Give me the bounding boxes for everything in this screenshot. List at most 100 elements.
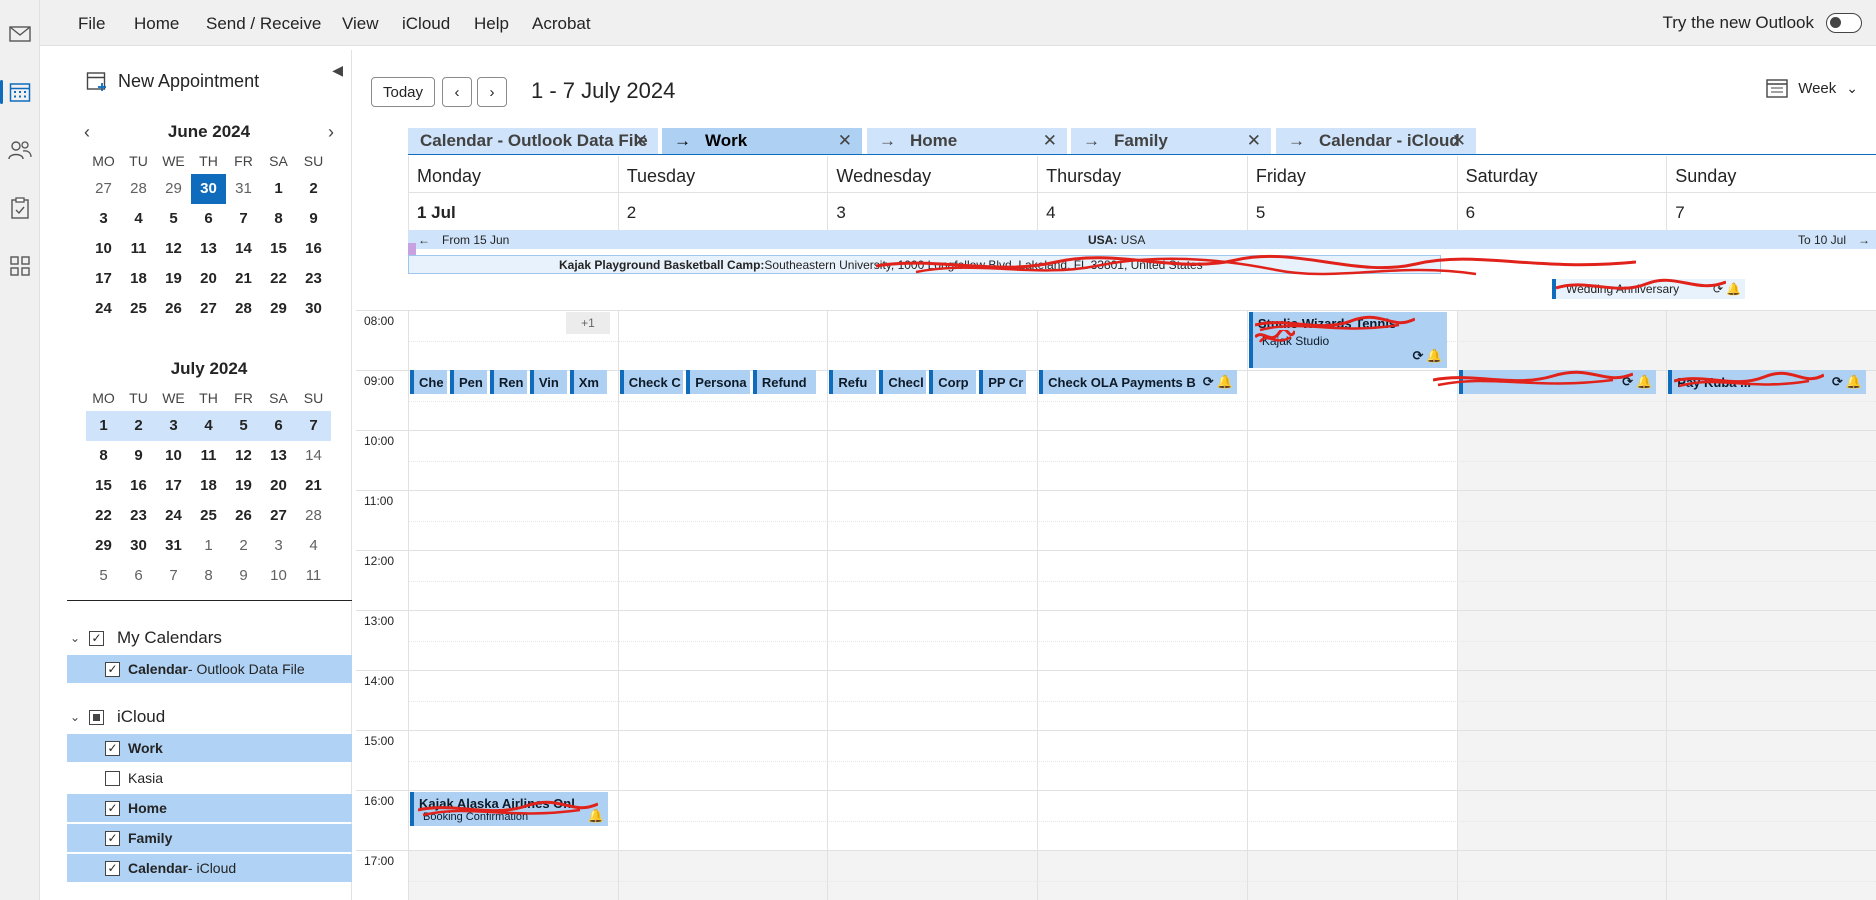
mini-calendar-day[interactable]: 23 (296, 264, 331, 294)
mini-calendar-day[interactable]: 27 (261, 501, 296, 531)
mini-calendar-day[interactable]: 6 (121, 561, 156, 591)
calendar-checkbox[interactable]: ✓ (105, 661, 120, 677)
day-header[interactable]: Wednesday 3 (827, 156, 1038, 230)
mini-calendar-day[interactable]: 31 (226, 174, 261, 204)
arrow-right-icon[interactable]: → (1083, 131, 1100, 151)
mini-calendar-day[interactable]: 14 (296, 441, 331, 471)
people-icon[interactable] (4, 134, 36, 166)
event-friday-8[interactable]: Studio Wizards Tennis ⟳ 🔔 Kajak Studio (1248, 312, 1447, 368)
next-week-button[interactable]: › (477, 77, 507, 107)
event-wednesday-9[interactable]: Refu (829, 370, 877, 394)
mini-calendar-day[interactable]: 1 (261, 174, 296, 204)
mini-calendar-day[interactable]: 28 (296, 501, 331, 531)
event-wednesday-9[interactable]: Checl (879, 370, 927, 394)
tab-family[interactable]: → Family ✕ (1071, 128, 1271, 154)
tab-calendar-outlook[interactable]: Calendar - Outlook Data File ✕ (408, 128, 658, 154)
mini-calendar-day[interactable]: 29 (261, 294, 296, 324)
day-header[interactable]: Monday 1 Jul (408, 156, 618, 230)
close-icon[interactable]: ✕ (1043, 131, 1057, 151)
today-button[interactable]: Today (371, 77, 435, 107)
mini-calendar-day[interactable]: 1 (191, 531, 226, 561)
mini-calendar-day[interactable]: 30 (296, 294, 331, 324)
more-events-button[interactable]: +1 (566, 312, 610, 334)
event-monday-9[interactable]: Vin (529, 370, 567, 394)
day-header[interactable]: Thursday 4 (1037, 156, 1247, 230)
chevron-down-icon[interactable]: ⌄ (70, 631, 84, 645)
mini-next-month-icon[interactable]: › (328, 122, 334, 143)
mini-calendar-day[interactable]: 11 (121, 234, 156, 264)
mini-calendar-day[interactable]: 24 (86, 294, 121, 324)
hour-row[interactable]: 15:00 (356, 730, 1876, 790)
event-monday-9[interactable]: Xm (569, 370, 607, 394)
mini-calendar-day[interactable]: 3 (156, 411, 191, 441)
calendar-checkbox[interactable]: ✓ (105, 800, 120, 816)
group-checkbox[interactable]: ✓ (89, 630, 104, 646)
event-saturday-9[interactable]: Sat placeholder ⟳🔔 (1458, 370, 1657, 394)
mini-calendar-day[interactable]: 3 (86, 204, 121, 234)
mini-calendar-day[interactable]: 19 (226, 471, 261, 501)
try-new-toggle[interactable] (1826, 13, 1862, 33)
mini-calendar-day[interactable]: 25 (121, 294, 156, 324)
hour-row[interactable]: 10:00 (356, 430, 1876, 490)
mini-calendar-day[interactable]: 18 (121, 264, 156, 294)
calendar-item[interactable]: ✓ Calendar - Outlook Data File (67, 655, 352, 683)
menu-file[interactable]: File (78, 14, 105, 34)
mini-calendar-day[interactable]: 20 (261, 471, 296, 501)
calendar-item[interactable]: ✓ Calendar - iCloud (67, 854, 352, 882)
mini-calendar-day[interactable]: 30 (191, 174, 226, 204)
mini-calendar-day[interactable]: 1 (86, 411, 121, 441)
mini-calendar-day[interactable]: 15 (86, 471, 121, 501)
menu-view[interactable]: View (342, 14, 379, 34)
calendar-checkbox[interactable]: ✓ (105, 830, 120, 846)
mini-calendar-day[interactable]: 5 (86, 561, 121, 591)
calendar-item[interactable]: ✓ Work (67, 734, 352, 762)
event-tuesday-9[interactable]: Check C (619, 370, 684, 394)
mini-calendar-day[interactable]: 26 (156, 294, 191, 324)
menu-home[interactable]: Home (134, 14, 179, 34)
mini-calendar-day[interactable]: 7 (296, 411, 331, 441)
hour-row[interactable]: 17:00 (356, 850, 1876, 900)
mini-calendar-day[interactable]: 31 (156, 531, 191, 561)
mini-calendar-day[interactable]: 9 (226, 561, 261, 591)
friday-allday-event[interactable]: Wedding Anniversary ⟳ 🔔 (1552, 279, 1745, 299)
mini-calendar-day[interactable]: 8 (191, 561, 226, 591)
mini-calendar-day[interactable]: 4 (121, 204, 156, 234)
apps-icon[interactable] (4, 250, 36, 282)
mini-calendar-day[interactable]: 6 (191, 204, 226, 234)
try-new-outlook[interactable]: Try the new Outlook (1663, 13, 1862, 33)
mini-calendar-day[interactable]: 24 (156, 501, 191, 531)
mini-calendar-day[interactable]: 23 (121, 501, 156, 531)
day-header[interactable]: Friday 5 (1246, 156, 1457, 230)
mini-calendar-day[interactable]: 9 (296, 204, 331, 234)
mini-calendar-day[interactable]: 29 (86, 531, 121, 561)
mini-calendar-day[interactable]: 20 (191, 264, 226, 294)
mini-calendar-day[interactable]: 21 (296, 471, 331, 501)
close-icon[interactable]: ✕ (1452, 131, 1466, 151)
collapse-pane-icon[interactable]: ◀ (332, 62, 343, 79)
event-sunday-9[interactable]: Pay Kuba ... ⟳ 🔔 (1668, 370, 1866, 394)
new-appointment-button[interactable]: New Appointment (86, 70, 259, 92)
mini-calendar-day[interactable]: 22 (261, 264, 296, 294)
calendar-checkbox[interactable] (105, 770, 120, 786)
mini-calendar-day[interactable]: 16 (121, 471, 156, 501)
mini-calendar-day[interactable]: 30 (121, 531, 156, 561)
mini-calendar-day[interactable]: 19 (156, 264, 191, 294)
day-header[interactable]: Saturday 6 (1456, 156, 1667, 230)
close-icon[interactable]: ✕ (1247, 131, 1261, 151)
mini-calendar-day[interactable]: 28 (121, 174, 156, 204)
event-thursday-9[interactable]: Check OLA Payments B ⟳ 🔔 (1039, 370, 1237, 394)
mini-calendar-day[interactable]: 7 (226, 204, 261, 234)
group-icloud[interactable]: ⌄ iCloud (70, 707, 165, 727)
hour-row[interactable]: 11:00 (356, 490, 1876, 550)
mini-calendar-day[interactable]: 9 (121, 441, 156, 471)
tab-calendar-icloud[interactable]: → Calendar - iCloud ✕ (1276, 128, 1476, 154)
event-monday-9[interactable]: Ren (489, 370, 527, 394)
mini-calendar-day[interactable]: 8 (86, 441, 121, 471)
mini-calendar-day[interactable]: 5 (156, 204, 191, 234)
event-wednesday-9[interactable]: Corp (929, 370, 977, 394)
mini-calendar-day[interactable]: 13 (261, 441, 296, 471)
hour-row[interactable]: 12:00 (356, 550, 1876, 610)
view-selector[interactable]: Week ⌄ (1766, 78, 1858, 98)
mini-prev-month-icon[interactable]: ‹ (84, 122, 90, 143)
arrow-right-icon[interactable]: → (1288, 131, 1305, 151)
